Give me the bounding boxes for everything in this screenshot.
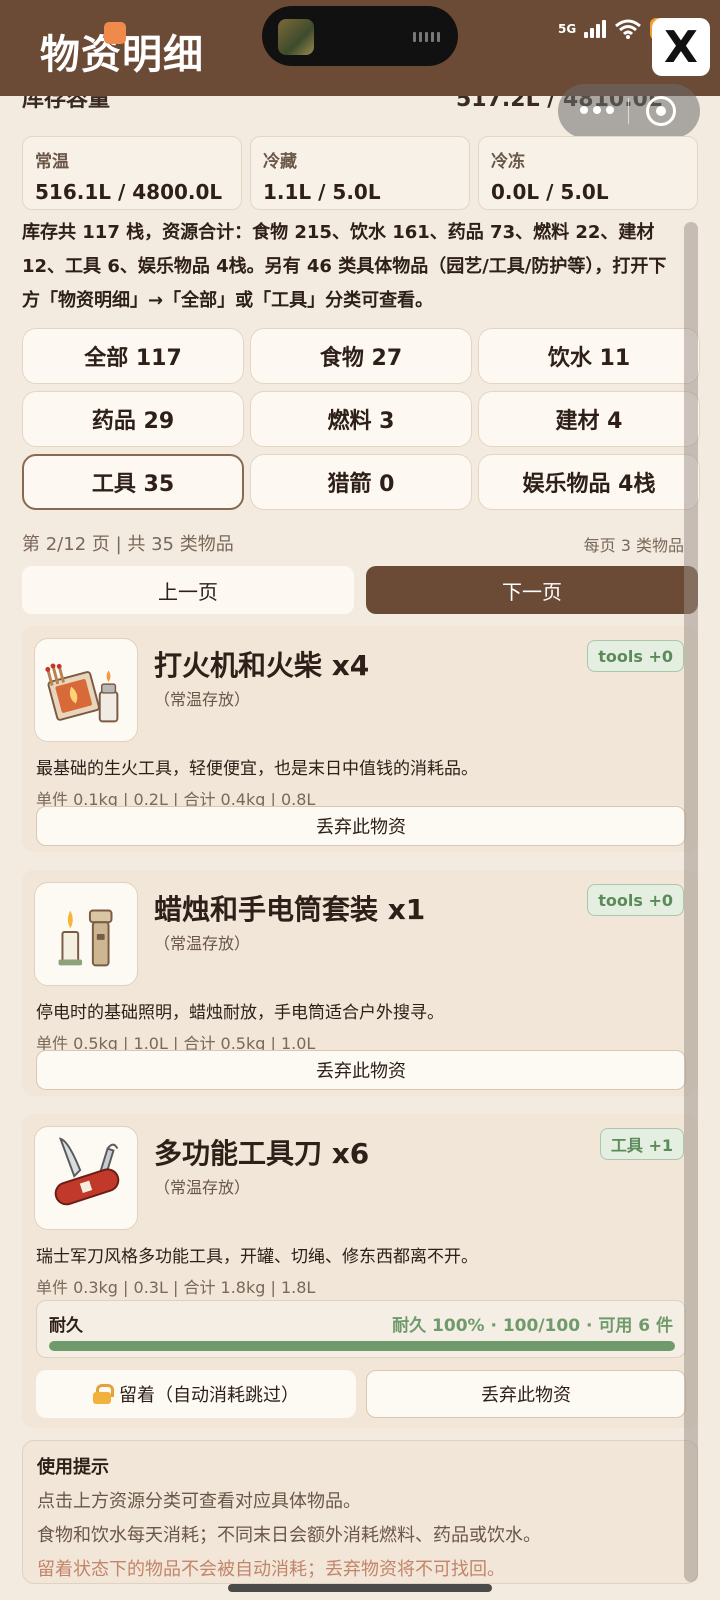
item-name: 多功能工具刀 x6	[154, 1137, 370, 1170]
item-name: 打火机和火柴 x4	[154, 649, 370, 682]
item-storage: （常温存放）	[154, 690, 251, 709]
capacity-label: 库存容量	[22, 96, 111, 112]
tips-line: 食物和饮水每天消耗；不同末日会额外消耗燃料、药品或饮水。	[37, 1525, 541, 1546]
category-medicine[interactable]: 药品 29	[22, 391, 244, 447]
item-card: 打火机和火柴 x4 （常温存放） tools +0 最基础的生火工具，轻便便宜，…	[22, 626, 698, 852]
durability-label: 耐久	[49, 1316, 83, 1336]
durability-fill	[49, 1341, 675, 1351]
storage-value: 516.1L / 4800.0L	[35, 180, 223, 204]
category-materials[interactable]: 建材 4	[478, 391, 700, 447]
home-indicator[interactable]	[228, 1584, 492, 1592]
close-button[interactable]: X	[652, 18, 710, 76]
discard-button[interactable]: 丢弃此物资	[366, 1370, 686, 1418]
usage-tips: 使用提示 点击上方资源分类可查看对应具体物品。 食物和饮水每天消耗；不同末日会额…	[22, 1440, 698, 1584]
item-tag: tools +0	[587, 640, 684, 672]
durability-bar	[49, 1341, 675, 1351]
keep-button[interactable]: 留着（自动消耗跳过）	[36, 1370, 356, 1418]
tips-title: 使用提示	[37, 1457, 109, 1478]
tips-warning: 留着状态下的物品不会被自动消耗；丢弃物资将不可找回。	[37, 1559, 505, 1580]
network-label: 5G	[558, 22, 577, 36]
page-info: 第 2/12 页 | 共 35 类物品	[22, 534, 234, 555]
header-bar: 物资明细 5G 68 X	[0, 0, 720, 96]
item-tag: tools +0	[587, 884, 684, 916]
scrollbar-thumb[interactable]	[684, 222, 698, 1582]
storage-chilled: 冷藏 1.1L / 5.0L	[250, 136, 470, 210]
item-description: 停电时的基础照明，蜡烛耐放，手电筒适合户外搜寻。	[36, 1003, 444, 1023]
category-entertainment[interactable]: 娱乐物品 4栈	[478, 454, 700, 510]
storage-label: 冷冻	[491, 152, 525, 172]
item-stats: 单件 0.3kg | 0.3L | 合计 1.8kg | 1.8L	[36, 1278, 316, 1297]
audio-bars-icon	[413, 32, 440, 42]
storage-frozen: 冷冻 0.0L / 5.0L	[478, 136, 698, 210]
category-all[interactable]: 全部 117	[22, 328, 244, 384]
exit-target-icon[interactable]	[646, 96, 676, 126]
discard-button[interactable]: 丢弃此物资	[36, 806, 686, 846]
next-page-button[interactable]: 下一页	[366, 566, 698, 614]
inventory-summary: 库存共 117 栈，资源合计：食物 215、饮水 161、药品 73、燃料 22…	[22, 222, 667, 311]
item-description: 瑞士军刀风格多功能工具，开罐、切绳、修东西都离不开。	[36, 1247, 478, 1267]
item-tag: 工具 +1	[599, 1128, 684, 1160]
more-icon[interactable]	[580, 106, 614, 114]
signal-icon	[584, 20, 607, 38]
discard-button[interactable]: 丢弃此物资	[36, 1050, 686, 1090]
scrollbar[interactable]	[684, 222, 698, 1582]
mini-program-capsule[interactable]	[558, 84, 700, 138]
category-fuel[interactable]: 燃料 3	[250, 391, 472, 447]
capsule-divider	[628, 98, 629, 124]
storage-label: 冷藏	[263, 152, 297, 172]
category-food[interactable]: 食物 27	[250, 328, 472, 384]
wifi-icon	[615, 19, 642, 39]
item-storage: （常温存放）	[154, 1178, 251, 1197]
item-name: 蜡烛和手电筒套装 x1	[154, 893, 426, 926]
tips-line: 点击上方资源分类可查看对应具体物品。	[37, 1491, 361, 1512]
dynamic-island	[262, 6, 458, 66]
category-arrows[interactable]: 猎箭 0	[250, 454, 472, 510]
media-thumbnail	[278, 19, 314, 55]
storage-label: 常温	[35, 152, 69, 172]
per-page-info: 每页 3 类物品	[583, 536, 684, 555]
prev-page-button[interactable]: 上一页	[22, 566, 354, 614]
item-storage: （常温存放）	[154, 934, 251, 953]
item-description: 最基础的生火工具，轻便便宜，也是末日中值钱的消耗品。	[36, 759, 478, 779]
item-card: 多功能工具刀 x6 （常温存放） 工具 +1 瑞士军刀风格多功能工具，开罐、切绳…	[22, 1114, 698, 1428]
durability-panel: 耐久 耐久 100% · 100/100 · 可用 6 件	[36, 1300, 686, 1358]
storage-value: 0.0L / 5.0L	[491, 180, 609, 204]
item-card: 蜡烛和手电筒套装 x1 （常温存放） tools +0 停电时的基础照明，蜡烛耐…	[22, 870, 698, 1096]
keep-label: 留着（自动消耗跳过）	[119, 1385, 299, 1406]
lock-icon	[93, 1384, 114, 1404]
matches-lighter-icon	[34, 638, 138, 742]
durability-info: 耐久 100% · 100/100 · 可用 6 件	[392, 1316, 673, 1336]
storage-normal: 常温 516.1L / 4800.0L	[22, 136, 242, 210]
notification-badge	[104, 22, 126, 44]
category-water[interactable]: 饮水 11	[478, 328, 700, 384]
swiss-knife-icon	[34, 1126, 138, 1230]
category-tools[interactable]: 工具 35	[22, 454, 244, 510]
storage-value: 1.1L / 5.0L	[263, 180, 381, 204]
candle-flashlight-icon	[34, 882, 138, 986]
